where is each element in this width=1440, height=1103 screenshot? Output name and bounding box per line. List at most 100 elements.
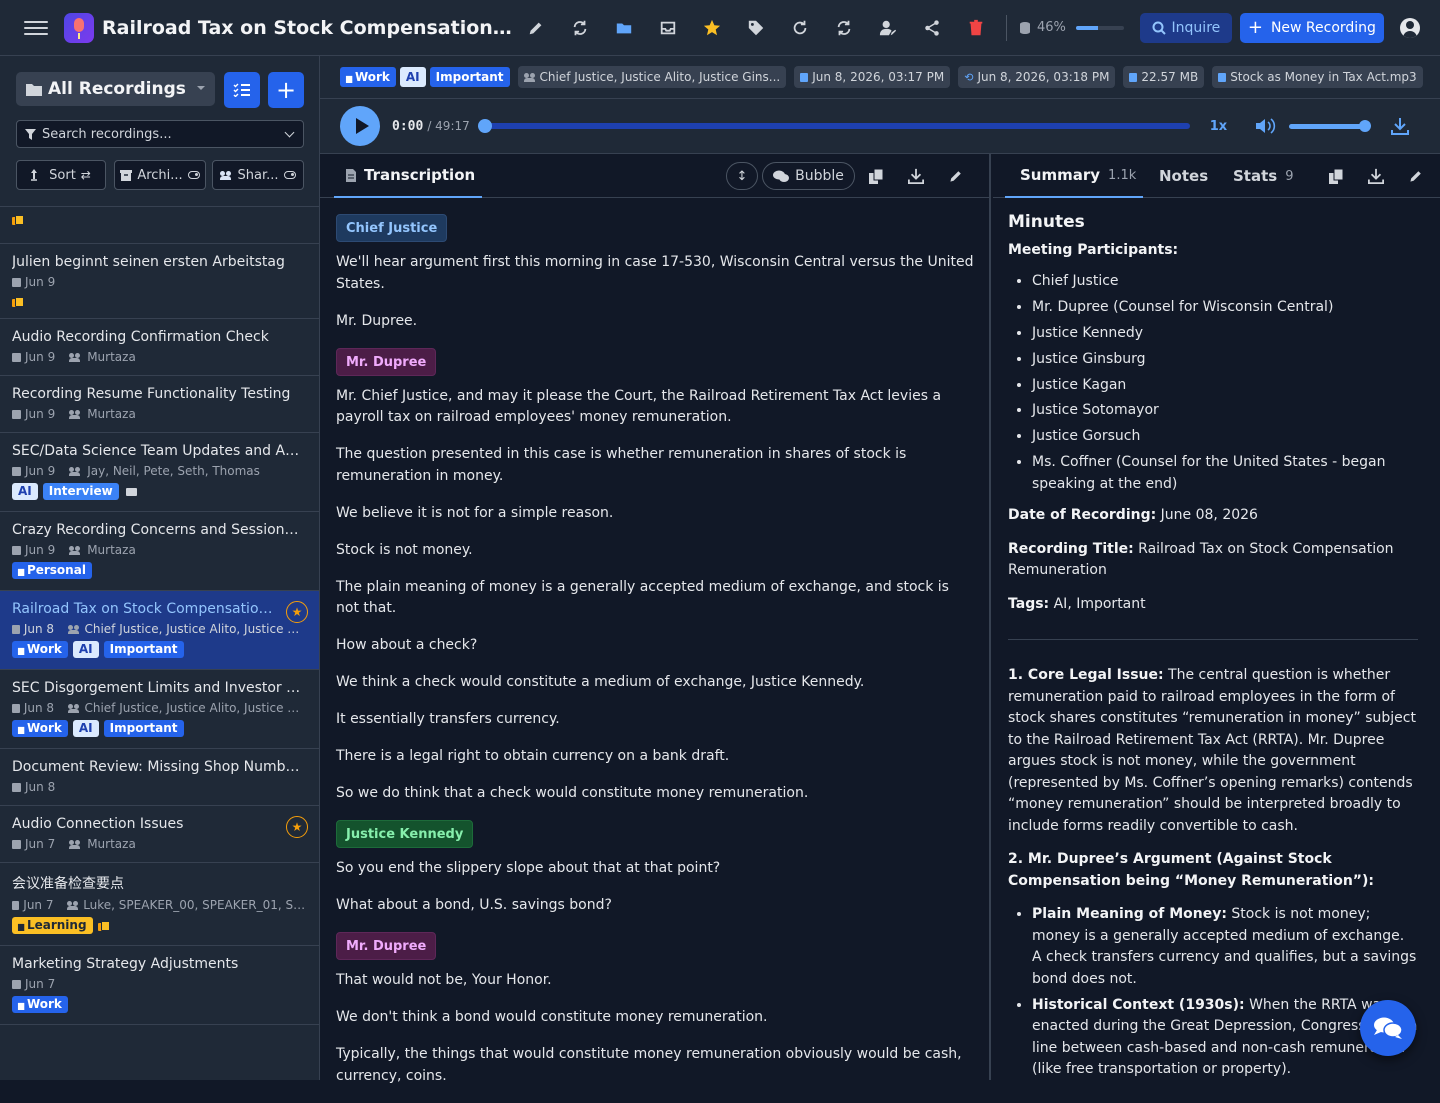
play-button[interactable] bbox=[340, 106, 380, 146]
star-icon[interactable]: ★ bbox=[286, 601, 308, 623]
tags-button[interactable] bbox=[734, 10, 778, 46]
list-item[interactable]: Marketing Strategy Adjustments Jun 7 ▆ Wor… bbox=[0, 946, 319, 1025]
share-button[interactable] bbox=[910, 10, 954, 46]
list-item[interactable]: Document Review: Missing Shop Numbers Jun… bbox=[0, 749, 319, 806]
tab-stats[interactable]: Stats 9 bbox=[1233, 154, 1293, 198]
playback-speed[interactable]: 1x bbox=[1210, 119, 1227, 134]
tag-badge[interactable]: Important bbox=[103, 641, 184, 658]
list-item-meta: Jun 8 bbox=[12, 780, 308, 794]
list-item[interactable]: Recording Resume Functionality Testing Ju… bbox=[0, 376, 319, 433]
edit-transcript-button[interactable] bbox=[941, 162, 971, 190]
list-item[interactable]: Julien beginnt seinen ersten Arbeitstag J… bbox=[0, 244, 319, 319]
transcript-segment[interactable]: How about a check? bbox=[336, 635, 976, 657]
list-item[interactable]: SEC Disgorgement Limits and Investor Rem… bbox=[0, 670, 319, 749]
transcript-segment[interactable]: So we do think that a check would consti… bbox=[336, 783, 976, 805]
bulk-select-button[interactable] bbox=[224, 72, 260, 108]
star-icon[interactable]: ★ bbox=[286, 816, 308, 838]
list-item-meta: Jun 7 Murtaza bbox=[12, 837, 308, 851]
tag-badge[interactable]: AI bbox=[72, 641, 99, 658]
auto-scroll-button[interactable]: ↕ bbox=[726, 162, 758, 190]
tab-summary[interactable]: Summary 1.1k bbox=[1005, 154, 1143, 198]
archive-toggle[interactable]: Archi... bbox=[114, 160, 206, 190]
download-summary-button[interactable] bbox=[1361, 162, 1391, 190]
tab-transcription[interactable]: Transcription bbox=[334, 154, 482, 198]
shared-toggle[interactable]: Shar... bbox=[212, 160, 304, 190]
tag-badge[interactable]: AI bbox=[399, 67, 426, 87]
tag-badge[interactable]: ▆ Personal bbox=[12, 562, 92, 579]
list-item[interactable] bbox=[0, 207, 319, 244]
seek-handle[interactable] bbox=[477, 119, 492, 133]
tag-badge[interactable]: ▆ Learning bbox=[12, 917, 93, 934]
bubble-view-button[interactable]: Bubble bbox=[762, 162, 855, 190]
transcript-segment[interactable]: It essentially transfers currency. bbox=[336, 709, 976, 731]
tab-notes[interactable]: Notes bbox=[1159, 154, 1208, 198]
transcript-segment[interactable]: There is a legal right to obtain currenc… bbox=[336, 746, 976, 768]
menu-icon[interactable] bbox=[24, 20, 48, 35]
sort-label: Sort bbox=[49, 167, 76, 183]
tag-badge[interactable]: Important bbox=[429, 67, 510, 87]
sort-button[interactable]: Sort ⇄ bbox=[16, 160, 106, 190]
list-item[interactable]: Audio Recording Confirmation Check Jun 9 M… bbox=[0, 319, 319, 376]
copy-icon bbox=[12, 297, 24, 307]
tag-badge[interactable]: Important bbox=[103, 720, 184, 737]
transcript-segment[interactable]: We'll hear argument first this morning i… bbox=[336, 252, 976, 295]
speaker-label[interactable]: Mr. Dupree bbox=[336, 932, 437, 960]
star-button[interactable] bbox=[690, 10, 734, 46]
tag-badge[interactable]: ▆ Work bbox=[12, 996, 68, 1013]
delete-button[interactable] bbox=[954, 10, 998, 46]
chat-button[interactable] bbox=[1360, 1000, 1416, 1056]
inbox-button[interactable] bbox=[646, 10, 690, 46]
list-item-date: Jun 8 bbox=[23, 701, 55, 715]
transcript-segment[interactable]: We don't think a bond would constitute m… bbox=[336, 1007, 976, 1029]
tag-badge[interactable]: Interview bbox=[42, 483, 119, 500]
add-recording-button[interactable]: + bbox=[268, 72, 304, 108]
edit-summary-button[interactable] bbox=[1401, 162, 1431, 190]
tag-badge[interactable]: AI bbox=[72, 720, 99, 737]
transcript-segment[interactable]: What about a bond, U.S. savings bond? bbox=[336, 895, 976, 917]
volume-slider[interactable] bbox=[1289, 119, 1372, 132]
volume-handle[interactable] bbox=[1359, 119, 1372, 132]
transcript-segment[interactable]: So you end the slippery slope about that… bbox=[336, 858, 976, 880]
list-item[interactable]: 会议准备检查要点 Jun 7 Luke, SPEAKER_00, SPEAKER_0… bbox=[0, 863, 319, 946]
tag-badge[interactable]: ▆ Work bbox=[12, 641, 68, 658]
edit-title-button[interactable] bbox=[514, 10, 558, 46]
seek-bar[interactable] bbox=[477, 119, 1190, 133]
refresh-button[interactable] bbox=[822, 10, 866, 46]
user-avatar[interactable] bbox=[1399, 17, 1420, 38]
redo-button[interactable] bbox=[778, 10, 822, 46]
list-item[interactable]: Railroad Tax on Stock Compensation Remun… bbox=[0, 591, 319, 670]
tag-badge[interactable]: ▆ Work bbox=[340, 67, 396, 87]
copy-icon bbox=[1328, 168, 1343, 184]
folder-button[interactable] bbox=[602, 10, 646, 46]
download-audio-icon[interactable] bbox=[1391, 117, 1410, 135]
search-input[interactable]: Search recordings... bbox=[16, 120, 304, 148]
download-transcript-button[interactable] bbox=[901, 162, 931, 190]
list-item[interactable]: Crazy Recording Concerns and Session Rev… bbox=[0, 512, 319, 591]
participants-chip[interactable]: Chief Justice, Justice Alito, Justice Gi… bbox=[517, 66, 787, 88]
transcript-segment[interactable]: The plain meaning of money is a generall… bbox=[336, 577, 976, 620]
volume-icon[interactable] bbox=[1255, 117, 1277, 135]
list-item[interactable]: SEC/Data Science Team Updates and Analys… bbox=[0, 433, 319, 512]
speaker-label[interactable]: Chief Justice bbox=[336, 214, 448, 242]
speakers-button[interactable] bbox=[866, 10, 910, 46]
transcript-segment[interactable]: We believe it is not for a simple reason… bbox=[336, 503, 976, 525]
transcript-segment[interactable]: Stock is not money. bbox=[336, 540, 976, 562]
transcript-segment[interactable]: That would not be, Your Honor. bbox=[336, 970, 976, 992]
tag-badge[interactable]: AI bbox=[12, 483, 38, 500]
tag-badge[interactable]: ▆ Work bbox=[12, 720, 68, 737]
inquire-button[interactable]: Inquire bbox=[1139, 12, 1232, 43]
tags-chip[interactable]: ▆ Work AI Important bbox=[340, 66, 510, 88]
reprocess-button[interactable] bbox=[558, 10, 602, 46]
transcript-segment[interactable]: We think a check would constitute a medi… bbox=[336, 672, 976, 694]
speaker-label[interactable]: Justice Kennedy bbox=[336, 820, 474, 848]
list-item[interactable]: Audio Connection Issues Jun 7 Murtaza ★ bbox=[0, 806, 319, 863]
folder-select[interactable]: All Recordings bbox=[16, 72, 215, 106]
copy-transcript-button[interactable] bbox=[861, 162, 891, 190]
new-recording-button[interactable]: + New Recording bbox=[1239, 12, 1384, 43]
speaker-label[interactable]: Mr. Dupree bbox=[336, 347, 437, 376]
transcript-segment[interactable]: Mr. Chief Justice, and may it please the… bbox=[336, 386, 976, 429]
transcript-segment[interactable]: Mr. Dupree. bbox=[336, 311, 976, 333]
transcript-segment[interactable]: The question presented in this case is w… bbox=[336, 444, 976, 487]
transcript-segment[interactable]: Typically, the things that would constit… bbox=[336, 1044, 976, 1087]
copy-summary-button[interactable] bbox=[1321, 162, 1351, 190]
